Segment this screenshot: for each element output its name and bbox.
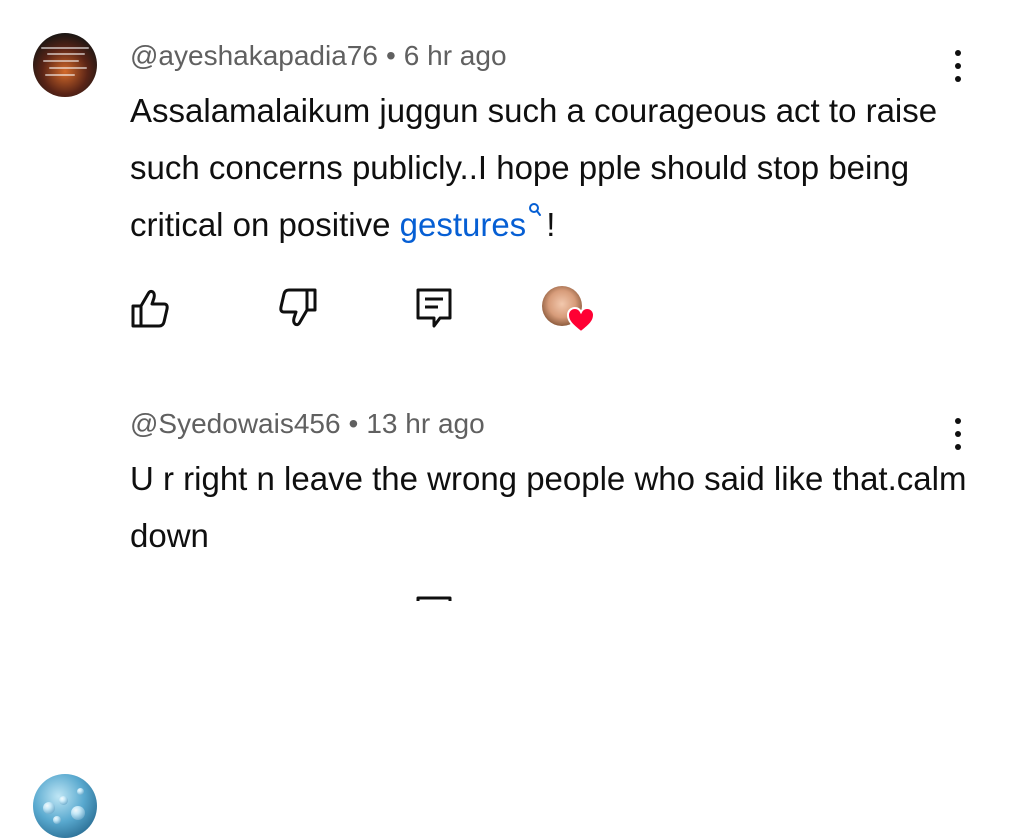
meta-separator: • xyxy=(348,408,359,439)
heart-icon xyxy=(566,306,596,334)
comment-text: U r right n leave the wrong people who s… xyxy=(130,460,967,554)
comment-meta: @Syedowais456 • 13 hr ago xyxy=(130,408,485,440)
commenter-avatar[interactable] xyxy=(33,33,97,97)
comment-time: 6 hr ago xyxy=(403,40,507,71)
commenter-handle[interactable]: @ayeshakapadia76 xyxy=(130,40,378,71)
comment-reply-icon[interactable] xyxy=(412,594,456,601)
meta-separator: • xyxy=(385,40,396,71)
comment-meta: @ayeshakapadia76 • 6 hr ago xyxy=(130,40,507,72)
commenter-handle[interactable]: @Syedowais456 xyxy=(130,408,341,439)
comment-item: @Syedowais456 • 13 hr ago U r right n leav… xyxy=(0,370,1024,838)
comment-text-end: ! xyxy=(546,206,556,243)
comment-text: Assalamalaikum juggun such a courageous … xyxy=(130,82,970,253)
comment-menu-button[interactable] xyxy=(946,46,970,86)
search-link[interactable]: gestures xyxy=(400,206,527,243)
thumbs-down-icon[interactable] xyxy=(276,286,320,330)
commenter-avatar[interactable] xyxy=(33,774,97,838)
creator-heart-badge[interactable] xyxy=(540,286,596,336)
comment-text-main: Assalamalaikum juggun such a courageous … xyxy=(130,92,938,243)
search-icon[interactable] xyxy=(528,202,542,218)
comment-reply-icon[interactable] xyxy=(412,286,456,330)
comment-menu-button[interactable] xyxy=(946,414,970,454)
comment-item: @ayeshakapadia76 • 6 hr ago Assalamalaikum… xyxy=(0,0,1024,370)
thumbs-up-icon[interactable] xyxy=(128,286,172,330)
comment-time: 13 hr ago xyxy=(366,408,485,439)
